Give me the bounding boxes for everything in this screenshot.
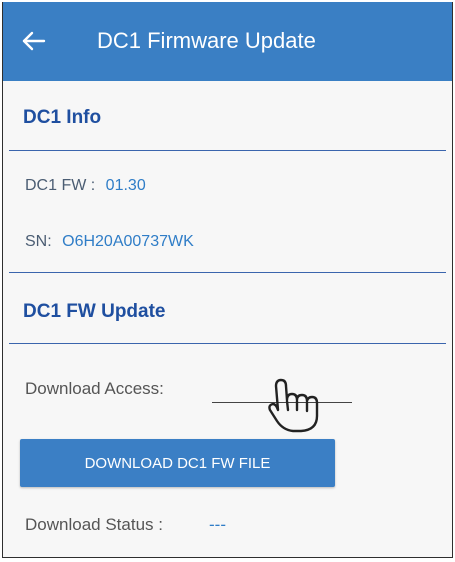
serial-number-label: SN: xyxy=(25,233,52,250)
page-title: DC1 Firmware Update xyxy=(97,28,316,53)
serial-number-value: O6H20A00737WK xyxy=(62,233,194,250)
fw-version-row: DC1 FW : 01.30 xyxy=(25,177,146,195)
download-fw-button[interactable]: DOWNLOAD DC1 FW FILE xyxy=(20,439,335,487)
divider xyxy=(9,272,446,273)
download-status-value: --- xyxy=(209,515,226,534)
section-title-update: DC1 FW Update xyxy=(23,301,166,322)
hand-pointer-icon xyxy=(268,378,319,433)
section-title-info: DC1 Info xyxy=(23,107,102,128)
download-status-label: Download Status : xyxy=(25,515,163,534)
fw-version-label: DC1 FW : xyxy=(25,177,96,194)
download-access-label: Download Access: xyxy=(25,379,164,398)
divider xyxy=(9,343,446,344)
arrow-left-icon[interactable] xyxy=(21,28,47,54)
app-screen: DC1 Firmware Update DC1 Info DC1 FW : 01… xyxy=(2,2,453,558)
serial-number-row: SN: O6H20A00737WK xyxy=(25,233,194,251)
fw-version-value: 01.30 xyxy=(105,177,146,194)
divider xyxy=(9,150,446,151)
app-bar: DC1 Firmware Update xyxy=(3,2,452,81)
